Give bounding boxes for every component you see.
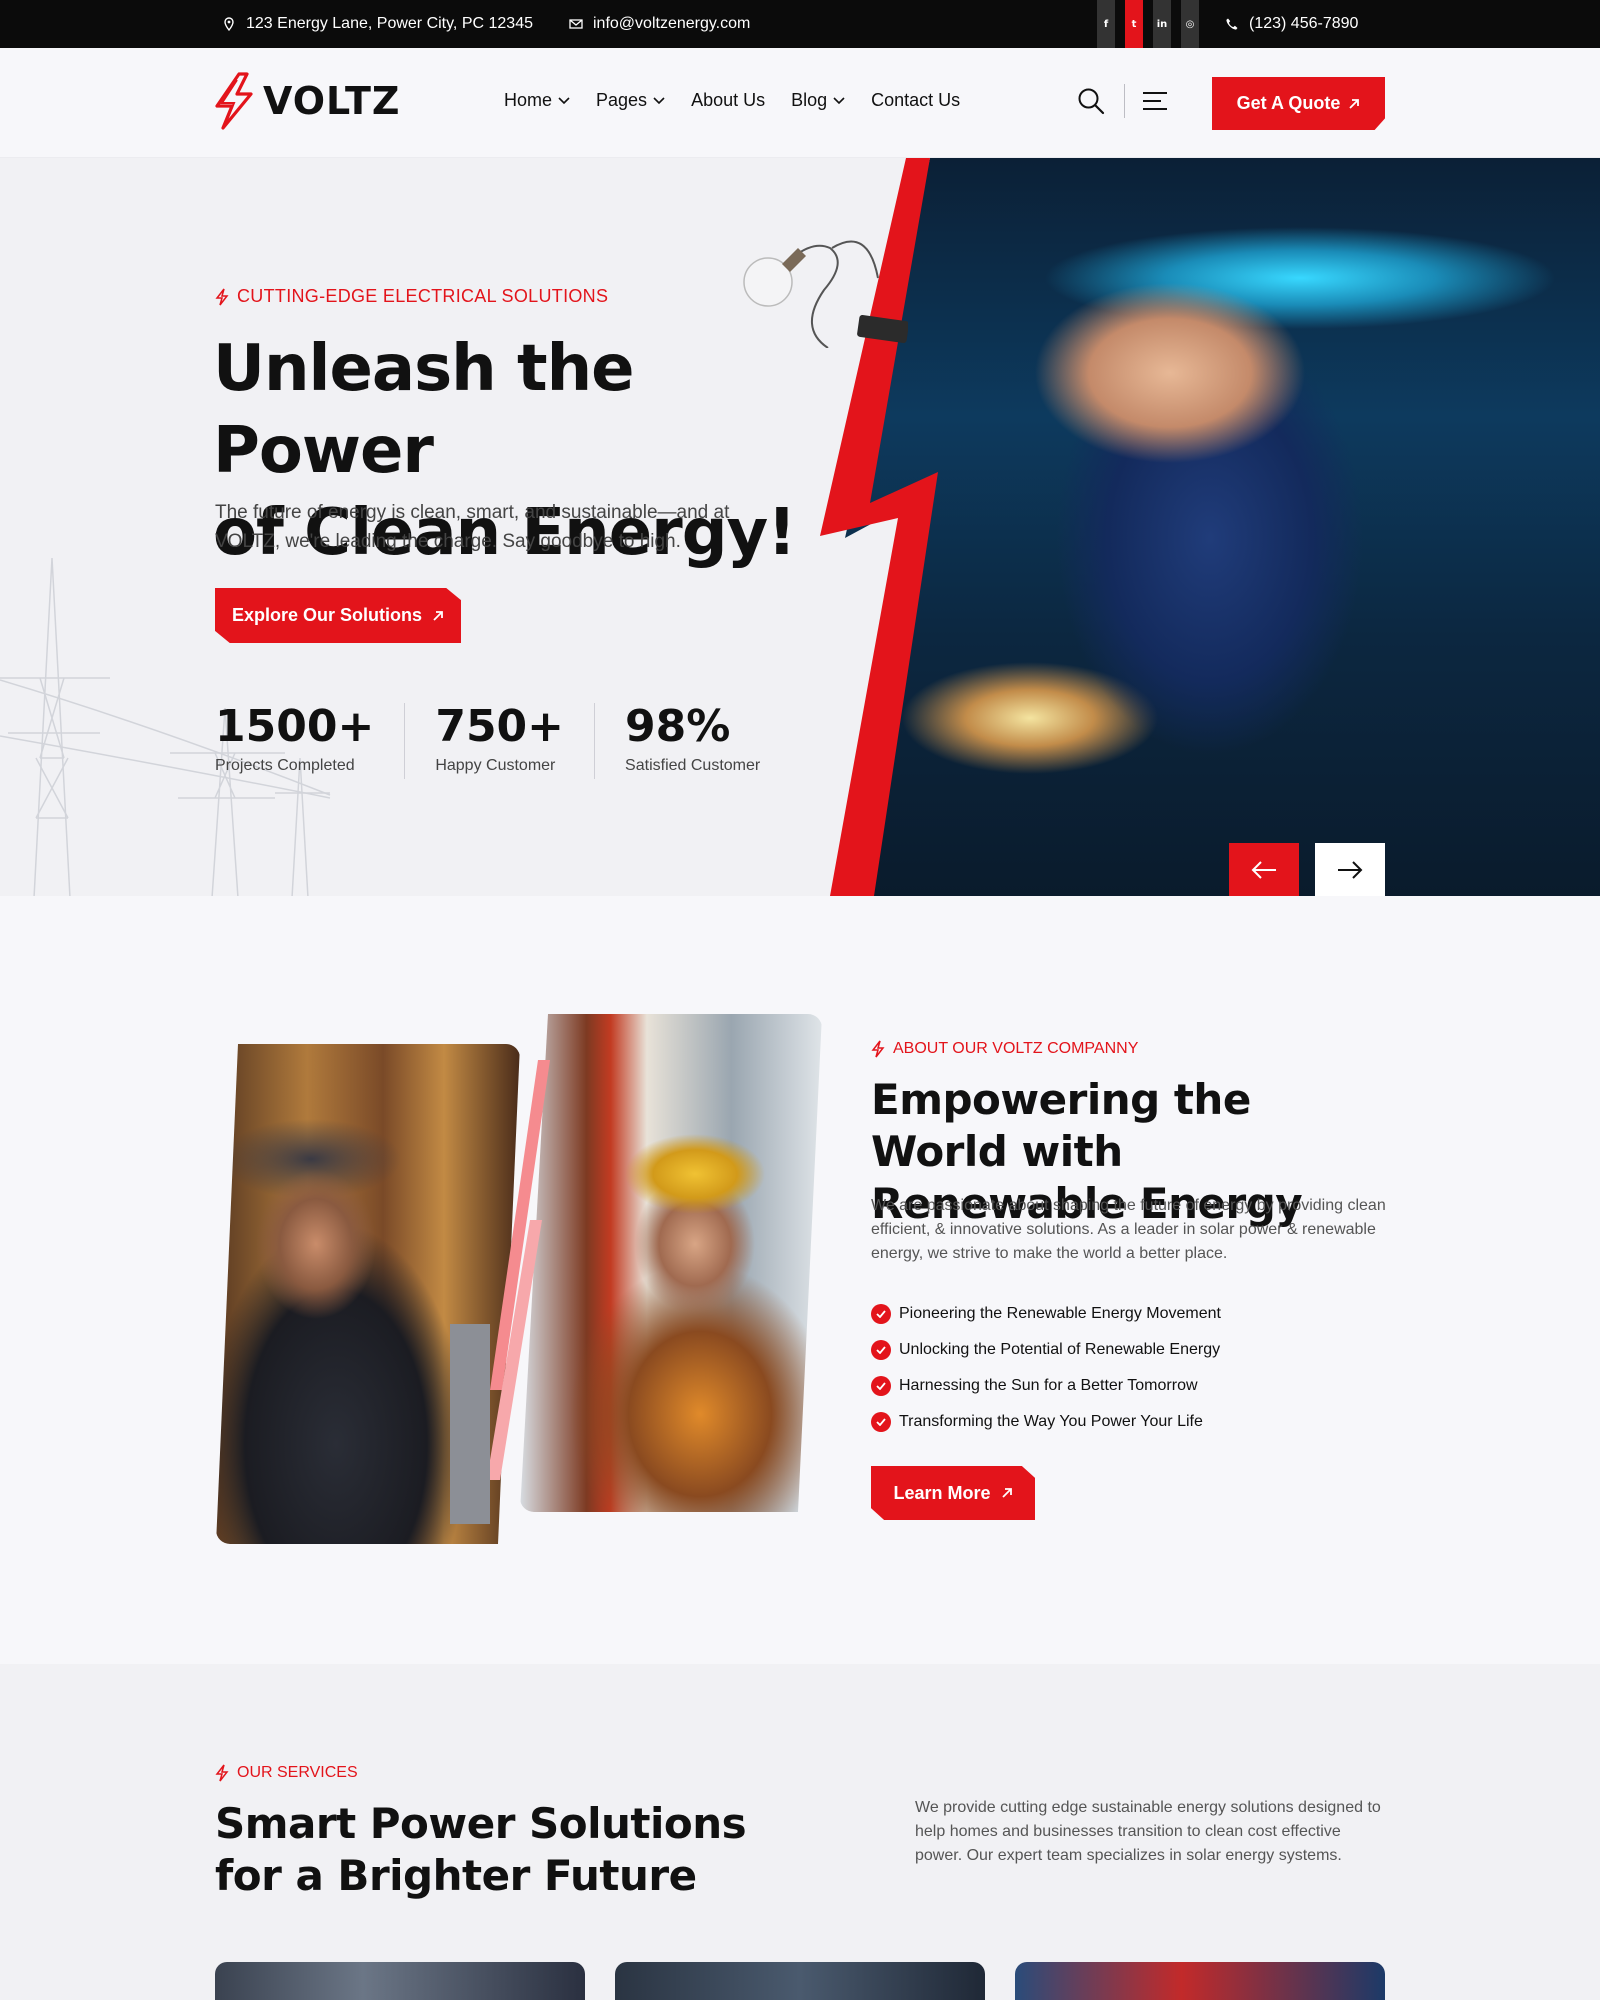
stat-label: Satisfied Customer (625, 757, 761, 774)
button-label: Get A Quote (1236, 93, 1341, 113)
services-section: OUR SERVICES Smart Power Solutions for a… (0, 1664, 1600, 2000)
nav-label: Contact Us (871, 90, 961, 110)
lightning-bolt-icon (215, 72, 253, 130)
main-nav: Home Pages About Us Blog Contact Us (504, 90, 960, 111)
nav-item-blog[interactable]: Blog (791, 90, 845, 111)
phone-icon (1226, 18, 1238, 30)
arrow-left-icon (1251, 860, 1276, 879)
top-bar: 123 Energy Lane, Power City, PC 12345 in… (0, 0, 1600, 48)
chevron-down-icon (558, 96, 570, 104)
address-text: 123 Energy Lane, Power City, PC 12345 (246, 15, 533, 32)
logo[interactable]: VOLTZ (213, 72, 400, 130)
nav-label: Home (504, 90, 553, 110)
social-links: f t in ◎ (1097, 0, 1199, 48)
check-circle-icon (871, 1340, 891, 1360)
button-label: Explore Our Solutions (231, 605, 423, 625)
services-title: Smart Power Solutions for a Brighter Fut… (215, 1799, 747, 1900)
engineer-hardhat-photo (520, 1014, 822, 1512)
explore-solutions-button[interactable]: Explore Our Solutions (215, 588, 461, 643)
lightning-bolt-icon (215, 1764, 229, 1782)
nav-item-pages[interactable]: Pages (596, 90, 665, 111)
arrow-up-right-icon (433, 610, 443, 621)
nav-label: About Us (691, 90, 766, 110)
service-card[interactable] (1015, 1962, 1385, 2000)
lightning-bolt-icon (215, 288, 229, 305)
nav-label: Pages (596, 90, 648, 110)
menu-icon[interactable] (1142, 90, 1168, 112)
stat-label: Happy Customer (435, 757, 556, 774)
mail-icon (569, 19, 583, 29)
phone-info[interactable]: (123) 456-7890 (1225, 0, 1358, 48)
hero-title-line: Unleash the Power (213, 332, 635, 488)
tagline-text: OUR SERVICES (237, 1764, 358, 1781)
slider-prev-button[interactable] (1229, 843, 1299, 896)
header-divider (1124, 84, 1125, 118)
arrow-up-right-icon (1349, 98, 1360, 109)
hero-description: The future of energy is clean, smart, an… (215, 502, 730, 552)
about-tagline: ABOUT OUR VOLTZ COMPANNY (871, 1040, 1138, 1058)
chevron-down-icon (833, 96, 845, 104)
list-item: Unlocking the Potential of Renewable Ene… (871, 1332, 1221, 1368)
arrow-right-icon (1338, 860, 1363, 879)
check-circle-icon (871, 1376, 891, 1396)
get-quote-button[interactable]: Get A Quote (1212, 77, 1385, 130)
facebook-icon[interactable]: f (1097, 0, 1115, 48)
instagram-icon[interactable]: ◎ (1181, 0, 1199, 48)
list-item: Harnessing the Sun for a Better Tomorrow (871, 1368, 1221, 1404)
stat-label: Projects Completed (215, 757, 355, 774)
search-icon[interactable] (1076, 86, 1106, 116)
stat-happy-customers: 750+ Happy Customer (435, 701, 596, 779)
stat-satisfied-customers: 98% Satisfied Customer (625, 703, 790, 779)
tagline-text: ABOUT OUR VOLTZ COMPANNY (893, 1040, 1139, 1057)
slider-next-button[interactable] (1315, 843, 1385, 896)
lightning-bolt-icon (871, 1040, 885, 1058)
nav-item-home[interactable]: Home (504, 90, 570, 111)
check-circle-icon (871, 1304, 891, 1324)
button-label: Learn More (893, 1482, 991, 1503)
linkedin-icon[interactable]: in (1153, 0, 1171, 48)
twitter-icon[interactable]: t (1125, 0, 1143, 48)
about-description: We are passionate about shaping the futu… (871, 1197, 1386, 1262)
stat-projects: 1500+ Projects Completed (215, 701, 406, 779)
hero-section: CUTTING-EDGE ELECTRICAL SOLUTIONS Unleas… (0, 158, 1600, 896)
nav-item-contact[interactable]: Contact Us (871, 90, 960, 111)
list-item-text: Harnessing the Sun for a Better Tomorrow (899, 1377, 1198, 1394)
check-circle-icon (871, 1412, 891, 1432)
email-info[interactable]: info@voltzenergy.com (569, 0, 750, 48)
list-item: Pioneering the Renewable Energy Movement (871, 1296, 1221, 1332)
electrician-photo (216, 1044, 520, 1544)
hero-stats: 1500+ Projects Completed 750+ Happy Cust… (215, 703, 820, 779)
email-link[interactable]: info@voltzenergy.com (593, 15, 750, 33)
stat-value: 750+ (435, 701, 565, 752)
services-description: We provide cutting edge sustainable ener… (915, 1799, 1381, 1864)
list-item-text: Unlocking the Potential of Renewable Ene… (899, 1341, 1221, 1358)
brand-name: VOLTZ (263, 79, 401, 123)
hero-tagline: CUTTING-EDGE ELECTRICAL SOLUTIONS (215, 286, 608, 307)
nav-item-about[interactable]: About Us (691, 90, 765, 111)
services-tagline: OUR SERVICES (215, 1764, 358, 1782)
chevron-down-icon (653, 96, 665, 104)
list-item-text: Pioneering the Renewable Energy Movement (899, 1305, 1221, 1322)
service-card[interactable] (215, 1962, 585, 2000)
nav-label: Blog (791, 90, 828, 110)
list-item: Transforming the Way You Power Your Life (871, 1404, 1221, 1440)
feature-checklist: Pioneering the Renewable Energy Movement… (871, 1296, 1221, 1440)
service-card[interactable] (615, 1962, 985, 2000)
tagline-text: CUTTING-EDGE ELECTRICAL SOLUTIONS (237, 286, 609, 306)
site-header: VOLTZ Home Pages About Us Blog Contact U… (0, 48, 1600, 158)
decorative-stripes (490, 1060, 550, 1480)
learn-more-button[interactable]: Learn More (871, 1466, 1035, 1520)
address-info: 123 Energy Lane, Power City, PC 12345 (222, 0, 533, 48)
list-item-text: Transforming the Way You Power Your Life (899, 1413, 1203, 1430)
about-section: ABOUT OUR VOLTZ COMPANNY Empowering the … (0, 896, 1600, 1664)
arrow-up-right-icon (1001, 1488, 1012, 1498)
stat-value: 1500+ (215, 701, 375, 752)
phone-number[interactable]: (123) 456-7890 (1249, 15, 1358, 33)
location-pin-icon (224, 17, 234, 31)
stat-value: 98% (625, 701, 731, 752)
